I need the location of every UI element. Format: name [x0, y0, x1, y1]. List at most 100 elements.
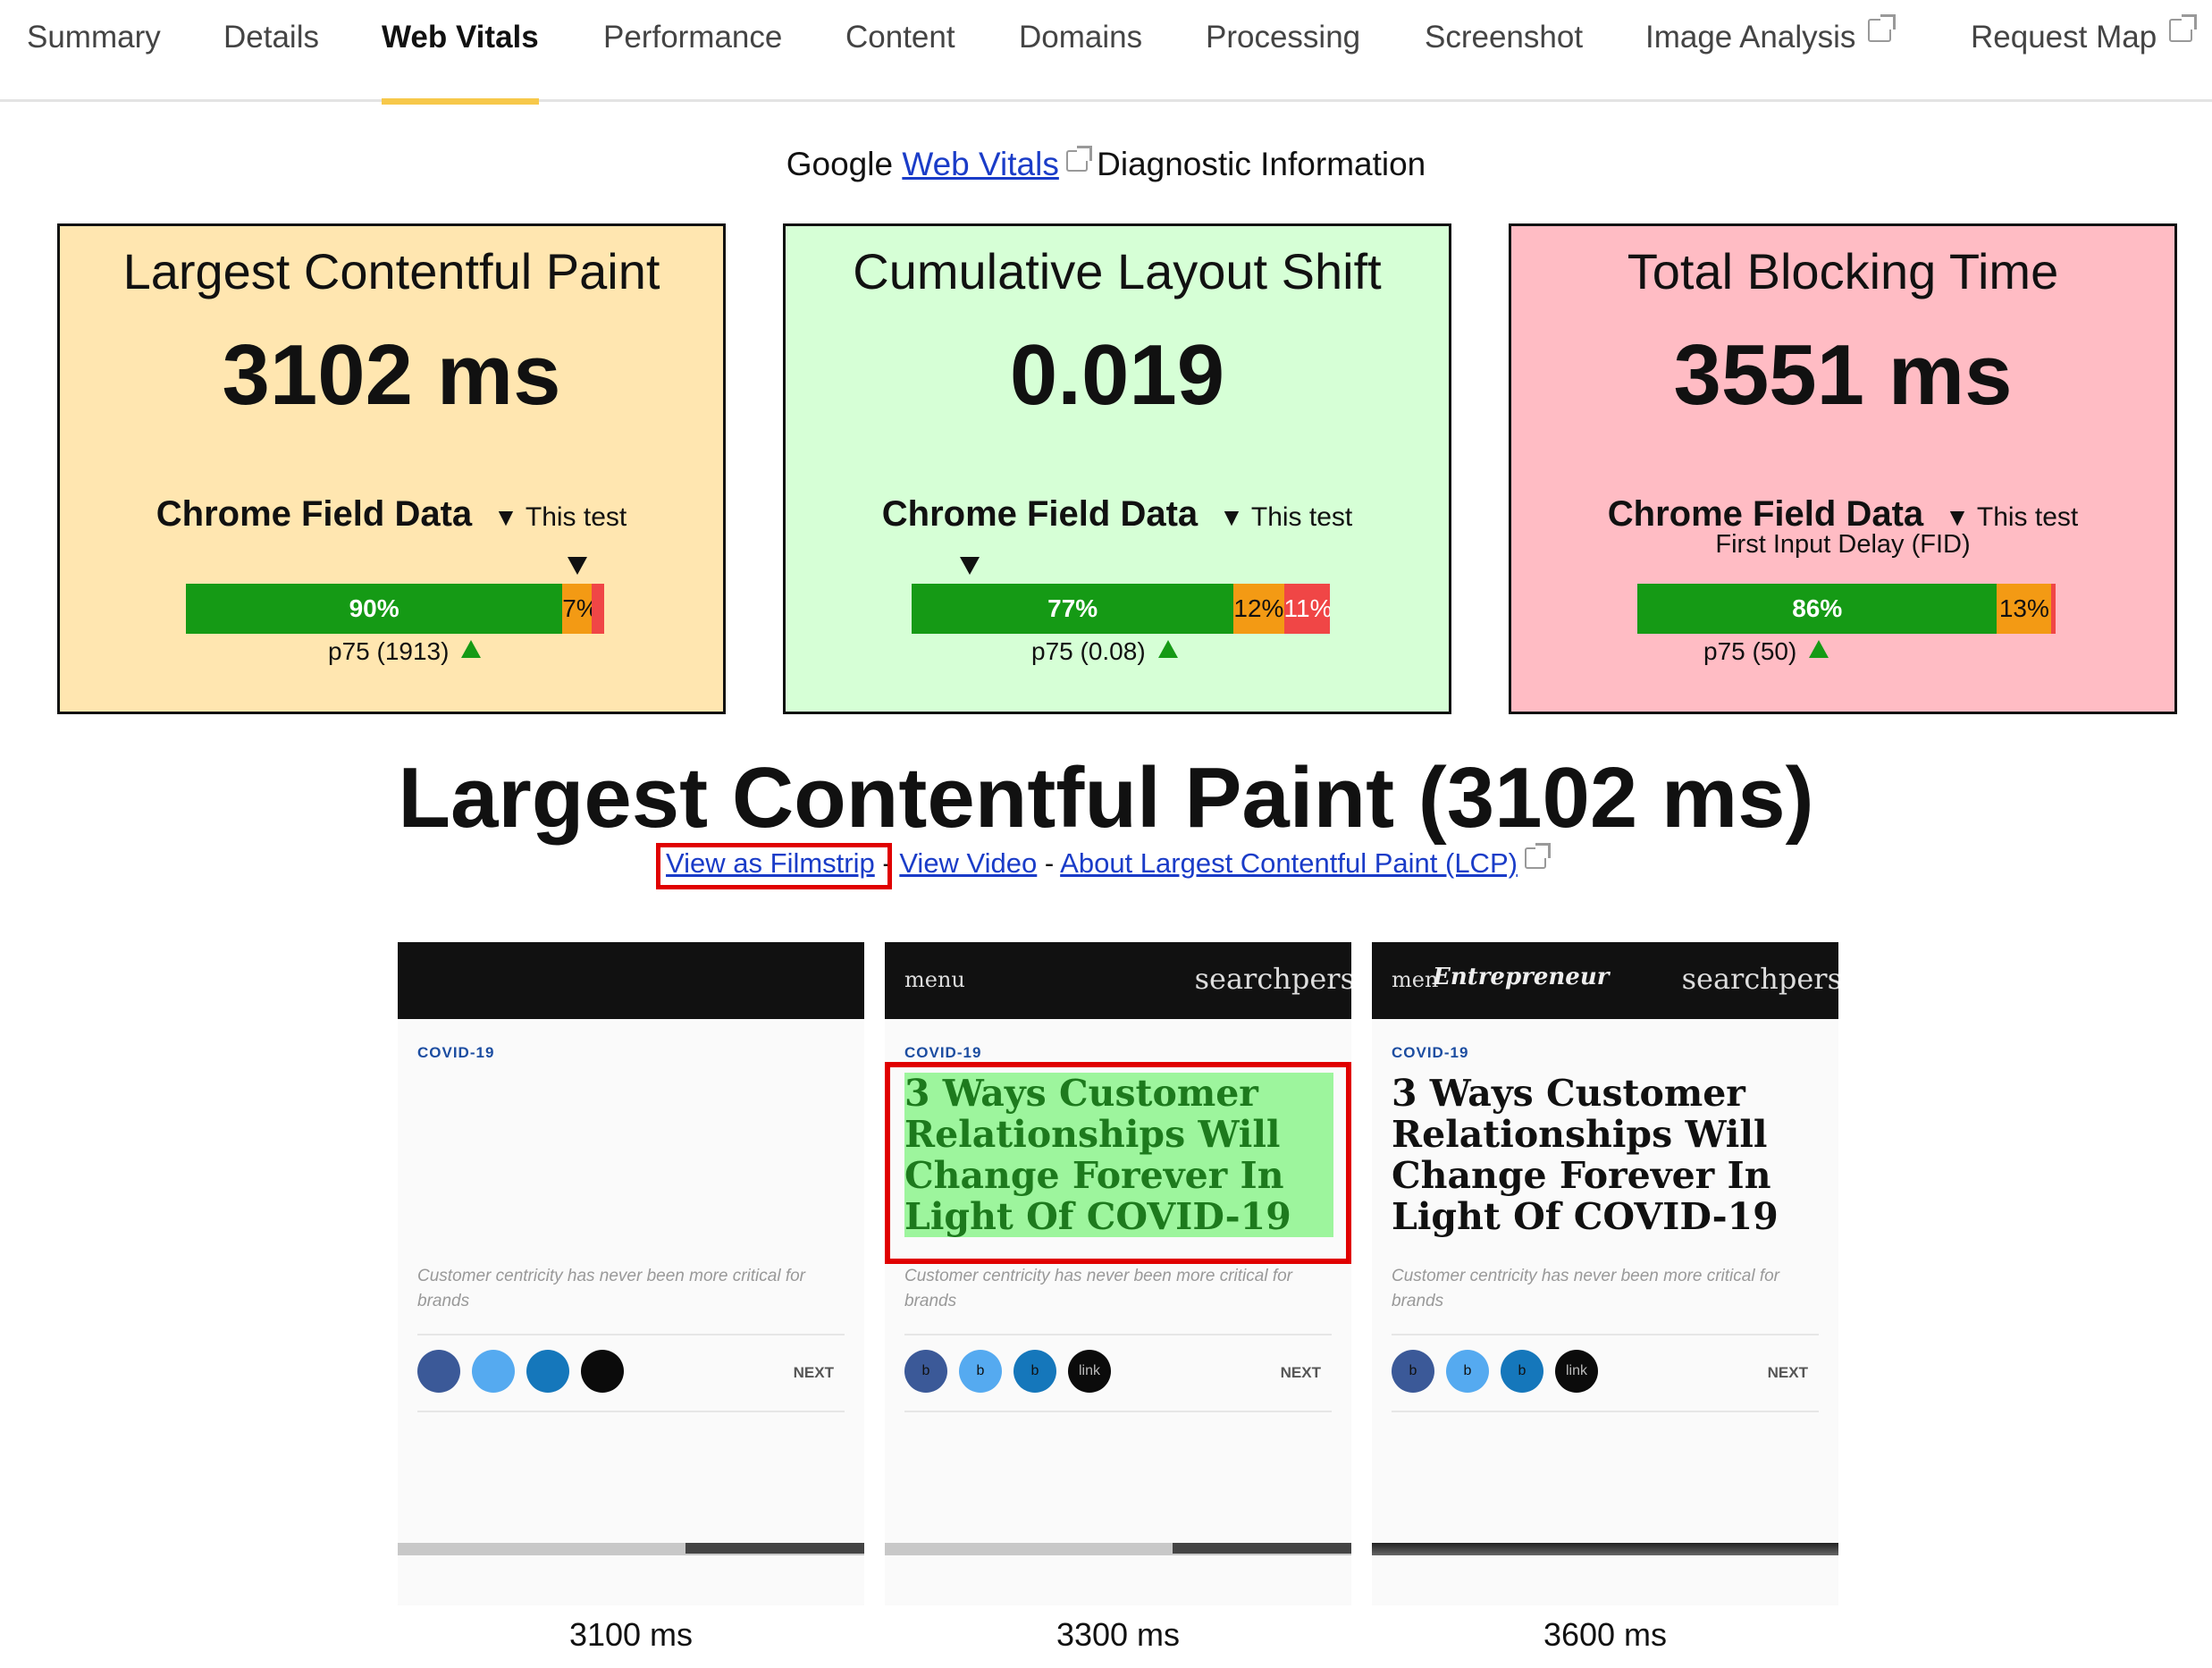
frame-category: COVID-19: [904, 1044, 982, 1061]
divider: [1392, 1411, 1819, 1412]
frame-next-label: NEXT: [1280, 1364, 1321, 1381]
good-segment: 86%: [1637, 584, 1998, 634]
tab-label: Screenshot: [1425, 20, 1584, 55]
linkedin-icon: [526, 1350, 569, 1393]
tab-label: Content: [845, 20, 955, 55]
bottom-bar-dark: [1173, 1543, 1351, 1554]
tab-label: Request Map: [1971, 20, 2157, 55]
this-test-label: This test: [1250, 502, 1353, 532]
divider: [417, 1334, 845, 1335]
divider: [1392, 1334, 1819, 1335]
frame-search-text: searchpers: [1194, 962, 1351, 996]
entrepreneur-logo: Entrepreneur: [1433, 964, 1610, 990]
tab-domains[interactable]: Domains: [1019, 20, 1142, 102]
metric-title: Cumulative Layout Shift: [853, 243, 1382, 299]
divider: [417, 1411, 845, 1412]
share-icons: b b b link: [1392, 1350, 1610, 1397]
cls-metric-card: Cumulative Layout Shift 0.019 Chrome Fie…: [783, 223, 1451, 714]
frame-bottom-bar: [885, 1543, 1351, 1555]
web-vitals-intro: Google Web Vitals Diagnostic Information: [0, 146, 2212, 183]
filmstrip-frame[interactable]: menu searchpers COVID-19 3 Ways Customer…: [885, 942, 1351, 1605]
view-video-link[interactable]: View Video: [899, 847, 1037, 879]
p75-value: p75 (0.08): [1031, 637, 1146, 665]
field-data-bar: 90% 7%: [186, 584, 604, 634]
bottom-bar-dark: [685, 1543, 864, 1554]
frame-bottom-bar: [398, 1543, 864, 1555]
p75-marker-icon: [461, 640, 482, 658]
metric-value: 0.019: [1009, 327, 1225, 423]
poor-segment: [591, 584, 604, 634]
field-data-header: Chrome Field Data ▼ This test: [786, 494, 1449, 535]
frame-bottom-bar: [1372, 1543, 1838, 1555]
tab-performance[interactable]: Performance: [603, 20, 782, 102]
filmstrip-link-highlight: [656, 843, 892, 889]
frame-category: COVID-19: [1392, 1044, 1469, 1061]
filmstrip-frame[interactable]: COVID-19 Customer centricity has never b…: [398, 942, 864, 1605]
twitter-icon: b: [959, 1350, 1002, 1393]
frame-next-label: NEXT: [1767, 1364, 1808, 1381]
this-test-marker: [960, 557, 980, 575]
metric-value: 3551 ms: [1673, 327, 2013, 423]
this-test-marker-icon: ▼: [1219, 503, 1244, 531]
tab-screenshot[interactable]: Screenshot: [1425, 20, 1583, 102]
tab-label: Performance: [603, 20, 783, 55]
frame-search-text: searchpers: [1681, 962, 1838, 996]
field-data-label: Chrome Field Data: [156, 494, 473, 534]
this-test-marker: [568, 557, 587, 575]
link-separator: -: [1044, 847, 1055, 879]
p75-marker-icon: [1157, 640, 1178, 658]
linkedin-icon: b: [1501, 1350, 1543, 1393]
tab-image-analysis[interactable]: Image Analysis: [1645, 14, 1897, 102]
good-segment: 90%: [186, 584, 563, 634]
frame-menu-text: men: [1392, 967, 1439, 992]
tab-content[interactable]: Content: [845, 20, 955, 102]
frame-next-label: NEXT: [793, 1364, 834, 1381]
share-icons: b b b link: [904, 1350, 1123, 1397]
external-link-icon: [1524, 843, 1551, 869]
field-data-header: Chrome Field Data ▼ This test: [60, 494, 723, 535]
frame-headline: 3 Ways Customer Relationships Will Chang…: [1392, 1072, 1779, 1238]
external-link-icon: [1065, 146, 1092, 172]
tab-processing[interactable]: Processing: [1206, 20, 1360, 102]
frame-time: 3600 ms: [1543, 1616, 1668, 1653]
p75-label: p75 (50): [1703, 637, 1829, 666]
twitter-icon: [472, 1350, 515, 1393]
tab-label: Web Vitals: [382, 20, 539, 55]
tab-summary[interactable]: Summary: [27, 20, 161, 102]
web-vitals-link[interactable]: Web Vitals: [902, 146, 1059, 182]
tab-request-map[interactable]: Request Map: [1971, 14, 2198, 102]
tab-details[interactable]: Details: [223, 20, 319, 102]
link-icon: link: [1555, 1350, 1598, 1393]
metric-value: 3102 ms: [222, 327, 561, 423]
poor-segment: [2051, 584, 2056, 634]
lcp-metric-card: Largest Contentful Paint 3102 ms Chrome …: [57, 223, 726, 714]
tbt-metric-card: Total Blocking Time 3551 ms Chrome Field…: [1509, 223, 2177, 714]
tab-label: Domains: [1019, 20, 1143, 55]
frame-description: Customer centricity has never been more …: [904, 1267, 1292, 1310]
lcp-links: View as Filmstrip - View Video - About L…: [0, 843, 2212, 880]
tab-bar: Summary Details Web Vitals Performance C…: [0, 0, 2212, 105]
link-icon: link: [1068, 1350, 1111, 1393]
about-lcp-link[interactable]: About Largest Contentful Paint (LCP): [1060, 847, 1518, 879]
metric-title: Total Blocking Time: [1627, 243, 2059, 299]
facebook-icon: b: [1392, 1350, 1434, 1393]
field-data-bar: 86% 13%: [1637, 584, 2056, 634]
intro-prefix: Google: [786, 146, 894, 182]
intro-suffix: Diagnostic Information: [1097, 146, 1426, 182]
linkedin-icon: b: [1013, 1350, 1056, 1393]
tab-label: Image Analysis: [1645, 20, 1856, 55]
p75-value: p75 (1913): [328, 637, 450, 665]
divider: [904, 1334, 1332, 1335]
needs-improvement-segment: 12%: [1233, 584, 1284, 634]
filmstrip-frame[interactable]: men Entrepreneur searchpers COVID-19 3 W…: [1372, 942, 1838, 1605]
frame-description: Customer centricity has never been more …: [1392, 1267, 1779, 1310]
frame-menu-text: menu: [904, 967, 965, 992]
tab-label: Processing: [1206, 20, 1361, 55]
this-test-label: This test: [1976, 502, 2079, 532]
poor-segment: 11%: [1283, 584, 1330, 634]
needs-improvement-segment: 13%: [1997, 584, 2052, 634]
p75-label: p75 (1913): [328, 637, 482, 666]
tab-web-vitals[interactable]: Web Vitals: [382, 20, 539, 105]
link-icon: [581, 1350, 624, 1393]
p75-label: p75 (0.08): [1031, 637, 1178, 666]
